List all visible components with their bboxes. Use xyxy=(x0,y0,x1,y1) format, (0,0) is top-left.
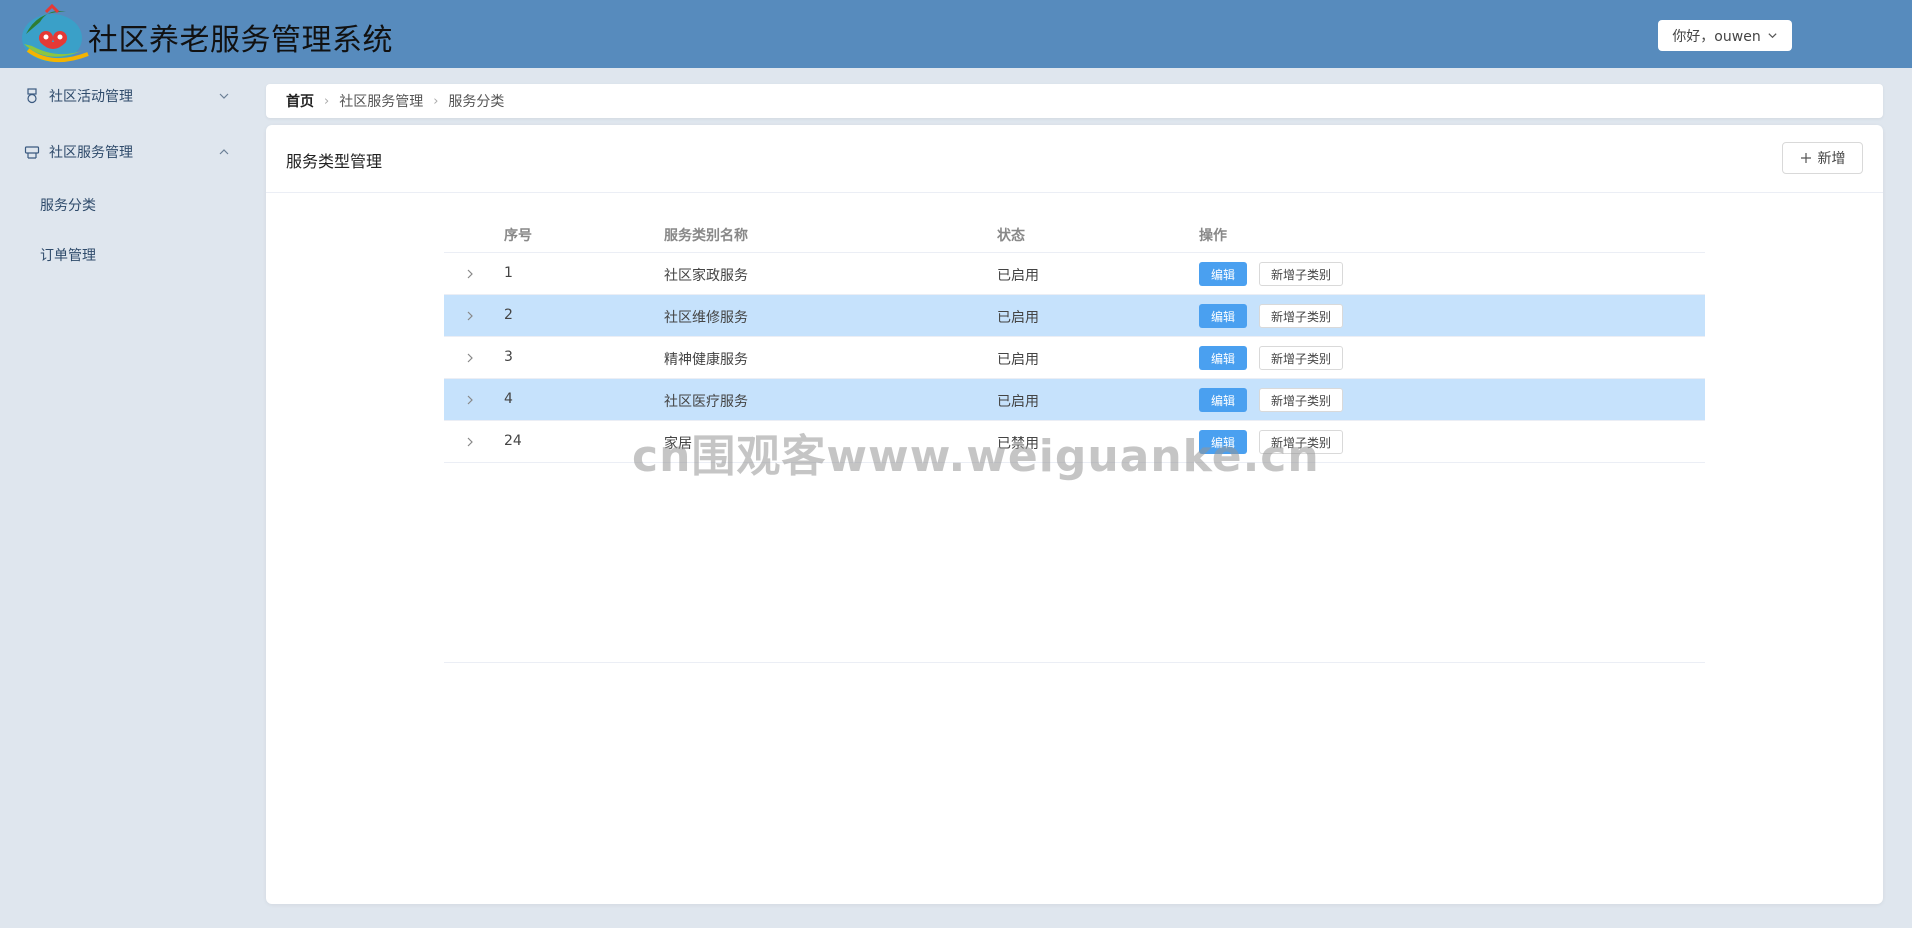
sidebar-group-service[interactable]: 社区服务管理 xyxy=(0,124,250,180)
table-row: 1 社区家政服务 已启用 编辑 新增子类别 xyxy=(444,253,1705,295)
row-status: 已启用 xyxy=(997,310,1039,326)
table-row: 24 家居 已禁用 编辑 新增子类别 xyxy=(444,421,1705,463)
row-id: 4 xyxy=(504,391,513,407)
breadcrumb: 首页 › 社区服务管理 › 服务分类 xyxy=(266,84,1883,118)
add-subcategory-button[interactable]: 新增子类别 xyxy=(1259,304,1343,328)
expand-chevron-icon[interactable] xyxy=(464,268,476,280)
main-card: 服务类型管理 新增 序号 服务类别名称 状态 操作 1 社区家政服务 已启用 编… xyxy=(266,125,1883,904)
column-header-actions: 操作 xyxy=(1199,228,1227,244)
breadcrumb-separator-icon: › xyxy=(433,93,439,109)
table-header: 序号 服务类别名称 状态 操作 xyxy=(444,212,1705,253)
chevron-up-icon xyxy=(219,149,229,155)
row-status: 已禁用 xyxy=(997,436,1039,452)
row-status: 已启用 xyxy=(997,394,1039,410)
expand-chevron-icon[interactable] xyxy=(464,352,476,364)
row-name: 社区家政服务 xyxy=(664,268,748,284)
sidebar: 社区活动管理 社区服务管理 服务分类 订单管理 xyxy=(0,68,250,928)
card-title: 服务类型管理 xyxy=(286,152,383,171)
card-header: 服务类型管理 新增 xyxy=(266,125,1883,193)
user-menu-button[interactable]: 你好，ouwen xyxy=(1658,20,1792,51)
row-status: 已启用 xyxy=(997,352,1039,368)
sidebar-item-order-management[interactable]: 订单管理 xyxy=(0,230,250,280)
app-logo-icon xyxy=(22,4,89,63)
edit-button[interactable]: 编辑 xyxy=(1199,262,1247,286)
add-subcategory-button[interactable]: 新增子类别 xyxy=(1259,388,1343,412)
app-title: 社区养老服务管理系统 xyxy=(88,23,393,58)
column-header-status: 状态 xyxy=(997,228,1025,244)
row-name: 精神健康服务 xyxy=(664,352,748,368)
service-type-table: 序号 服务类别名称 状态 操作 1 社区家政服务 已启用 编辑 新增子类别 2 … xyxy=(444,212,1705,463)
expand-chevron-icon[interactable] xyxy=(464,394,476,406)
row-name: 家居 xyxy=(664,436,692,452)
sidebar-group-label: 社区活动管理 xyxy=(49,89,133,105)
column-header-id: 序号 xyxy=(504,228,532,244)
row-status: 已启用 xyxy=(997,268,1039,284)
add-subcategory-button[interactable]: 新增子类别 xyxy=(1259,430,1343,454)
chevron-down-icon xyxy=(1768,33,1777,39)
row-name: 社区维修服务 xyxy=(664,310,748,326)
breadcrumb-current: 服务分类 xyxy=(448,94,505,110)
expand-chevron-icon[interactable] xyxy=(464,436,476,448)
edit-button[interactable]: 编辑 xyxy=(1199,388,1247,412)
add-subcategory-button[interactable]: 新增子类别 xyxy=(1259,262,1343,286)
table-row: 2 社区维修服务 已启用 编辑 新增子类别 xyxy=(444,295,1705,337)
add-button-label: 新增 xyxy=(1817,151,1846,167)
user-greeting: 你好，ouwen xyxy=(1672,28,1761,45)
row-id: 24 xyxy=(504,433,522,449)
edit-button[interactable]: 编辑 xyxy=(1199,430,1247,454)
breadcrumb-service-management[interactable]: 社区服务管理 xyxy=(339,91,423,111)
add-button[interactable]: 新增 xyxy=(1782,142,1863,174)
column-header-name: 服务类别名称 xyxy=(664,228,748,244)
sidebar-group-label: 社区服务管理 xyxy=(49,145,133,161)
row-id: 3 xyxy=(504,349,513,365)
table-row: 4 社区医疗服务 已启用 编辑 新增子类别 xyxy=(444,379,1705,421)
add-subcategory-button[interactable]: 新增子类别 xyxy=(1259,346,1343,370)
sidebar-group-activity[interactable]: 社区活动管理 xyxy=(0,68,250,124)
sidebar-item-label: 订单管理 xyxy=(40,248,96,264)
table-row: 3 精神健康服务 已启用 编辑 新增子类别 xyxy=(444,337,1705,379)
top-header: 社区养老服务管理系统 你好，ouwen xyxy=(0,0,1912,68)
service-icon xyxy=(24,146,40,159)
row-name: 社区医疗服务 xyxy=(664,394,748,410)
breadcrumb-home[interactable]: 首页 xyxy=(286,91,314,111)
breadcrumb-separator-icon: › xyxy=(324,93,330,109)
row-id: 1 xyxy=(504,265,513,281)
medal-icon xyxy=(27,88,37,104)
expand-chevron-icon[interactable] xyxy=(464,310,476,322)
chevron-down-icon xyxy=(219,93,229,99)
sidebar-item-label: 服务分类 xyxy=(40,198,96,214)
row-id: 2 xyxy=(504,307,513,323)
edit-button[interactable]: 编辑 xyxy=(1199,304,1247,328)
plus-icon xyxy=(1800,153,1811,163)
sidebar-item-service-category[interactable]: 服务分类 xyxy=(0,180,250,230)
edit-button[interactable]: 编辑 xyxy=(1199,346,1247,370)
table-bottom-divider xyxy=(444,662,1705,663)
